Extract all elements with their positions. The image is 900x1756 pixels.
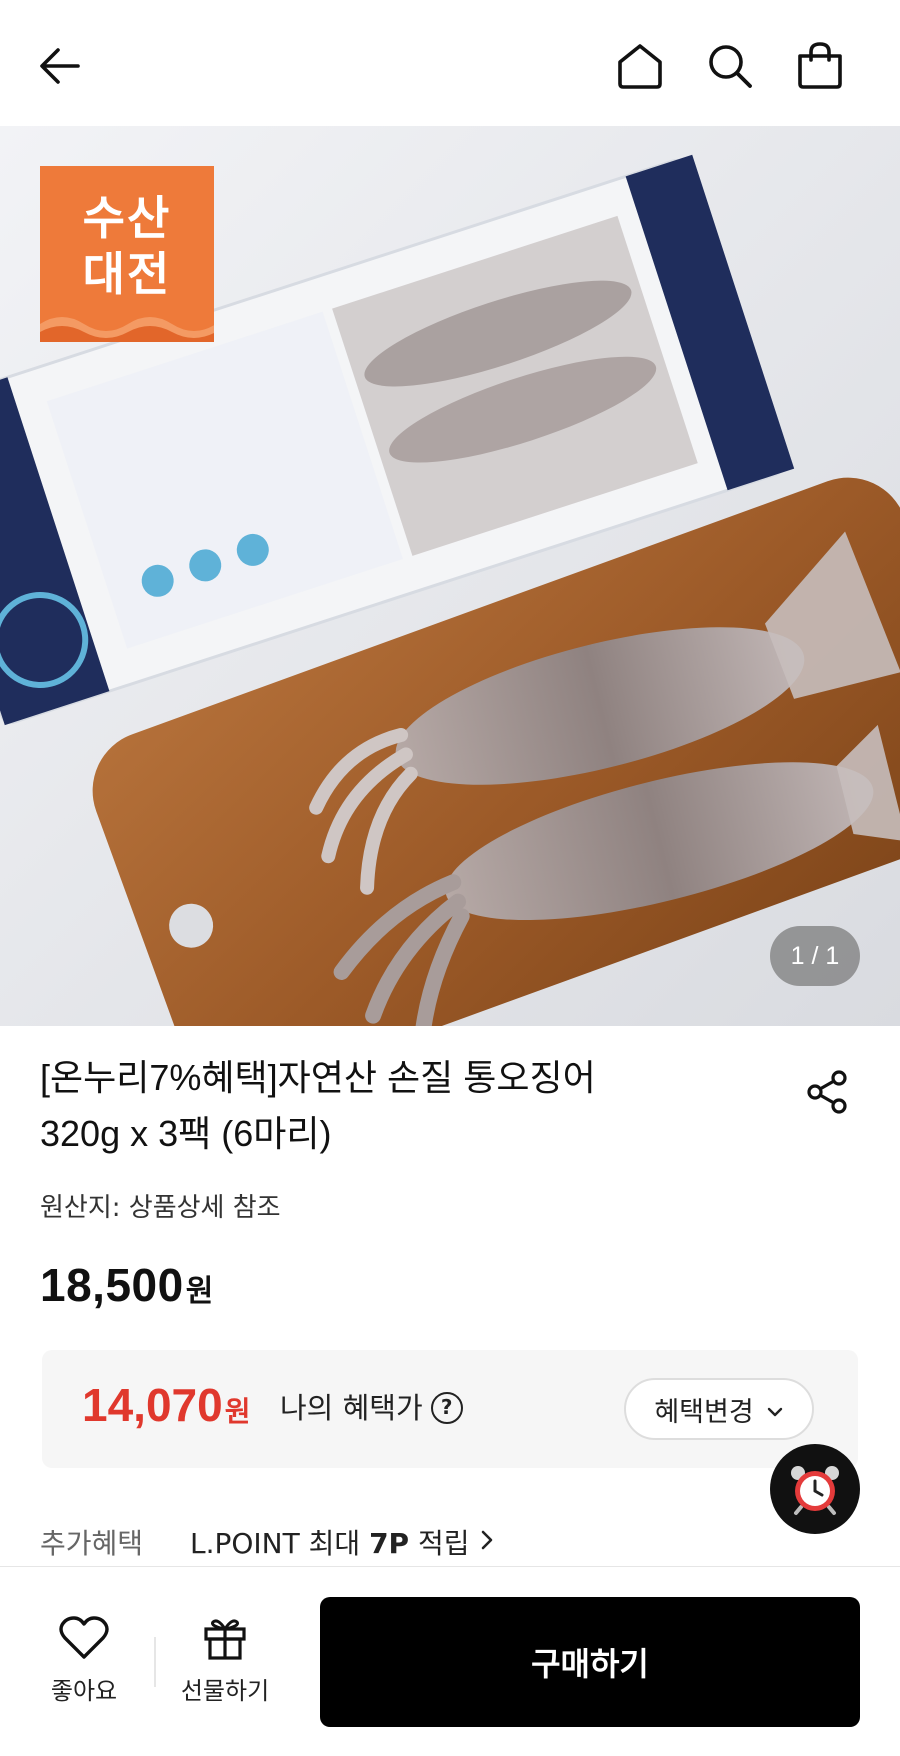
extra-benefit-row[interactable]: 추가혜택 L.POINT 최대 7P 적립 bbox=[40, 1522, 494, 1562]
cart-button[interactable] bbox=[782, 28, 858, 104]
gift-icon bbox=[204, 1619, 246, 1660]
product-title-line-1: [온누리7%혜택]자연산 손질 통오징어 bbox=[40, 1057, 596, 1098]
price-unit: 원 bbox=[185, 1274, 214, 1309]
lpoint-text-pre: L.POINT 최대 bbox=[190, 1527, 370, 1560]
extra-benefit-label: 추가혜택 bbox=[40, 1527, 144, 1560]
benefit-label: 나의 혜택가 bbox=[280, 1391, 423, 1425]
benefit-price-unit: 원 bbox=[224, 1395, 251, 1428]
bottom-action-bar: 좋아요 선물하기 구매하기 bbox=[0, 1566, 900, 1756]
like-button[interactable]: 좋아요 bbox=[36, 1615, 132, 1715]
back-button[interactable] bbox=[22, 28, 98, 104]
home-icon bbox=[618, 44, 662, 89]
lpoint-text-post: 적립 bbox=[409, 1527, 470, 1560]
chevron-down-icon bbox=[766, 1394, 784, 1425]
change-benefit-label: 혜택변경 bbox=[654, 1396, 754, 1428]
divider bbox=[154, 1637, 156, 1687]
benefit-label-group: 나의 혜택가 ? bbox=[280, 1388, 463, 1428]
badge-line-1: 수산 bbox=[82, 191, 172, 245]
origin-info: 원산지: 상품상세 참조 bbox=[40, 1193, 281, 1223]
heart-icon bbox=[59, 1616, 109, 1659]
benefit-price-box: 14,070 원 나의 혜택가 ? 혜택변경 bbox=[42, 1350, 858, 1468]
event-badge: 수산 대전 bbox=[40, 166, 214, 342]
lpoint-points: 7P bbox=[369, 1527, 410, 1560]
chevron-right-icon bbox=[480, 1529, 494, 1555]
benefit-price: 14,070 원 bbox=[82, 1378, 250, 1438]
help-icon[interactable]: ? bbox=[430, 1392, 463, 1424]
image-counter: 1 / 1 bbox=[770, 926, 860, 986]
share-icon bbox=[807, 1070, 847, 1114]
product-price: 18,500 원 bbox=[40, 1258, 213, 1318]
price-value: 18,500 bbox=[40, 1259, 184, 1311]
benefit-price-value: 14,070 bbox=[82, 1379, 223, 1431]
shopping-bag-icon bbox=[798, 42, 842, 89]
home-button[interactable] bbox=[602, 28, 678, 104]
product-title-line-2: 320g x 3팩 (6마리) bbox=[40, 1113, 332, 1154]
search-button[interactable] bbox=[692, 28, 768, 104]
product-image-gallery[interactable]: 수산 대전 1 / 1 bbox=[0, 126, 900, 1026]
lpoint-text: L.POINT 최대 7P 적립 bbox=[190, 1522, 470, 1562]
alarm-clock-icon bbox=[791, 1466, 839, 1515]
product-detail-page: 수산 대전 1 / 1 [온누리7%혜택]자연산 손질 통오징어 320g x … bbox=[0, 0, 900, 1756]
search-icon bbox=[709, 45, 752, 88]
gift-label: 선물하기 bbox=[180, 1677, 270, 1705]
wave-decoration-icon bbox=[40, 317, 214, 342]
change-benefit-button[interactable]: 혜택변경 bbox=[624, 1378, 814, 1440]
product-title: [온누리7%혜택]자연산 손질 통오징어 320g x 3팩 (6마리) bbox=[40, 1050, 760, 1162]
badge-line-2: 대전 bbox=[82, 247, 172, 301]
alarm-clock-button[interactable] bbox=[770, 1444, 860, 1534]
gift-button[interactable]: 선물하기 bbox=[170, 1615, 280, 1715]
arrow-left-icon bbox=[40, 48, 80, 84]
top-header bbox=[0, 0, 900, 126]
like-label: 좋아요 bbox=[50, 1677, 118, 1705]
share-button[interactable] bbox=[796, 1060, 860, 1124]
buy-button[interactable]: 구매하기 bbox=[320, 1597, 860, 1727]
